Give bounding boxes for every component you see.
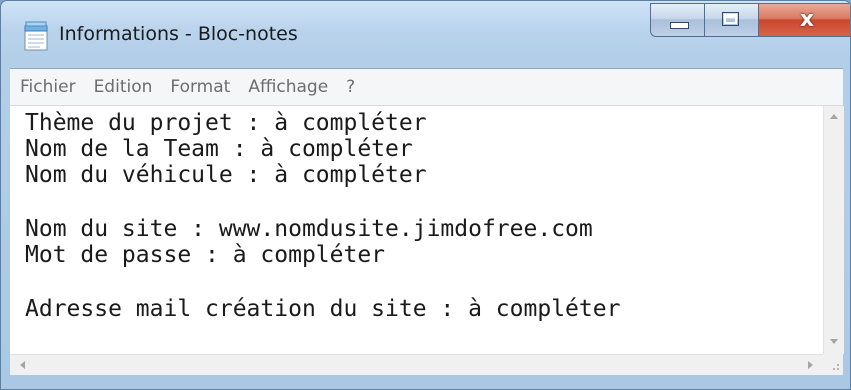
minimize-button[interactable] bbox=[650, 3, 705, 37]
close-icon: x bbox=[799, 7, 815, 32]
notepad-window: Informations - Bloc-notes x Fichier Edit… bbox=[0, 0, 851, 390]
grip-dot bbox=[833, 368, 835, 370]
menu-bar: Fichier Edition Format Affichage ? bbox=[10, 69, 843, 106]
window-title: Informations - Bloc-notes bbox=[59, 23, 298, 45]
text-line: Nom de la Team : à compléter bbox=[25, 136, 413, 162]
maximize-icon bbox=[722, 12, 739, 26]
text-line: Nom du véhicule : à compléter bbox=[25, 162, 427, 188]
minimize-icon bbox=[670, 22, 689, 29]
close-button[interactable]: x bbox=[759, 3, 850, 37]
grip-dot bbox=[837, 368, 839, 370]
client-area: Fichier Edition Format Affichage ? Thème… bbox=[10, 68, 844, 389]
text-line: Nom du site : www.nomdusite.jimdofree.co… bbox=[25, 216, 593, 242]
title-bar[interactable]: Informations - Bloc-notes x bbox=[1, 1, 850, 63]
menu-help[interactable]: ? bbox=[338, 77, 363, 97]
size-grip-icon[interactable] bbox=[823, 354, 843, 375]
menu-edition[interactable]: Edition bbox=[86, 77, 161, 97]
window-bottom-frame bbox=[10, 375, 843, 389]
caption-buttons: x bbox=[650, 3, 850, 37]
notepad-icon bbox=[24, 21, 48, 51]
horizontal-scrollbar[interactable] bbox=[10, 354, 823, 375]
scroll-right-icon[interactable] bbox=[808, 361, 813, 369]
text-editor[interactable]: Thème du projet : à compléter Nom de la … bbox=[10, 106, 823, 354]
text-line: Adresse mail création du site : à complé… bbox=[25, 296, 621, 322]
menu-fichier[interactable]: Fichier bbox=[12, 77, 84, 97]
text-line: Mot de passe : à compléter bbox=[25, 242, 386, 268]
text-line: Thème du projet : à compléter bbox=[25, 110, 427, 136]
menu-affichage[interactable]: Affichage bbox=[240, 77, 336, 97]
grip-dot bbox=[837, 364, 839, 366]
maximize-button[interactable] bbox=[705, 3, 759, 37]
vertical-scrollbar[interactable] bbox=[823, 106, 844, 354]
scroll-left-icon[interactable] bbox=[20, 361, 25, 369]
scroll-down-icon[interactable] bbox=[830, 339, 838, 344]
scroll-up-icon[interactable] bbox=[830, 114, 838, 119]
menu-format[interactable]: Format bbox=[162, 77, 238, 97]
